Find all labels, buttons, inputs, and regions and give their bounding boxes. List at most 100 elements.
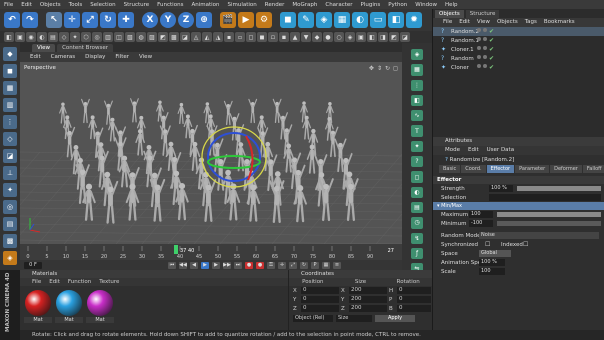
tweak-mode-icon[interactable]: ✦	[3, 183, 17, 197]
indexed-checkbox[interactable]: ☐	[523, 241, 528, 248]
next-frame-button[interactable]: ▶	[212, 261, 220, 269]
tool-icon[interactable]: ▩	[169, 32, 179, 42]
tool-icon[interactable]: ◍	[136, 32, 146, 42]
editor-visibility-dot[interactable]	[477, 55, 481, 59]
menu-file[interactable]: File	[4, 2, 13, 8]
points-mode-icon[interactable]: ⋮	[3, 115, 17, 129]
materials-menu-file[interactable]: File	[32, 278, 41, 286]
viewport-menu-filter[interactable]: Filter	[115, 54, 129, 60]
object-row[interactable]: ? Random ✔	[433, 54, 604, 63]
axis-mode-icon[interactable]: ⊥	[3, 166, 17, 180]
space-dropdown[interactable]: Global	[479, 250, 511, 257]
position-field[interactable]: 0	[301, 305, 339, 312]
render-visibility-dot[interactable]	[483, 46, 487, 50]
timeline-ruler[interactable]: 0 5 10 15 20 25 30 35 40 45 50 55 60 65 70 75 80 85 9037 4…	[20, 244, 402, 260]
materials-menu-texture[interactable]: Texture	[99, 278, 119, 286]
scale-icon[interactable]: ⤢	[82, 12, 98, 28]
minimum-field[interactable]: -100	[469, 220, 493, 227]
rotation-field[interactable]: 0	[397, 305, 431, 312]
prev-key-button[interactable]: ◀◀	[179, 261, 187, 269]
tool-icon[interactable]: ▫	[235, 32, 245, 42]
shader-effector-icon[interactable]: ◐	[411, 186, 423, 198]
tool-icon[interactable]: ◪	[180, 32, 190, 42]
synchronized-checkbox[interactable]: ☐	[485, 241, 490, 248]
tool-icon[interactable]: ▥	[103, 32, 113, 42]
menu-mograph[interactable]: MoGraph	[292, 2, 317, 8]
z-axis-button[interactable]: Z	[178, 12, 194, 28]
tool-icon[interactable]: ◈	[345, 32, 355, 42]
tool-icon[interactable]: ◎	[92, 32, 102, 42]
tool-icon[interactable]: ◨	[378, 32, 388, 42]
time-effector-icon[interactable]: ◷	[411, 217, 423, 229]
floor-icon[interactable]: ▭	[370, 12, 386, 28]
menu-tools[interactable]: Tools	[69, 2, 83, 8]
size-field[interactable]: 200	[349, 305, 387, 312]
tab-content-browser[interactable]: Content Browser	[57, 44, 113, 52]
rotation-field[interactable]: 0	[397, 296, 431, 303]
tool-icon[interactable]: ◐	[37, 32, 47, 42]
viewport-menu-display[interactable]: Display	[85, 54, 105, 60]
tool-icon[interactable]: ◮	[213, 32, 223, 42]
attr-tab-deformer[interactable]: Deformer	[550, 165, 582, 173]
tool-icon[interactable]: ◻	[246, 32, 256, 42]
key-icon[interactable]: ⚿	[267, 261, 275, 269]
attr-tab-effector[interactable]: Effector	[486, 165, 515, 173]
apply-button[interactable]: Apply	[375, 315, 415, 322]
tool-icon[interactable]: ◪	[400, 32, 410, 42]
viewport-menu-cameras[interactable]: Cameras	[51, 54, 75, 60]
move-icon[interactable]: ✛	[64, 12, 80, 28]
render-visibility-dot[interactable]	[483, 64, 487, 68]
step-effector-icon[interactable]: ▤	[411, 201, 423, 214]
tab-structure[interactable]: Structure	[465, 10, 500, 18]
objects-menu-edit[interactable]: Edit	[459, 18, 470, 27]
viewport-menu-view[interactable]: View	[139, 54, 152, 60]
material-item[interactable]: Mat	[86, 290, 114, 323]
object-row[interactable]: ? Random.1 ✔	[433, 36, 604, 45]
tool-icon[interactable]: ●	[323, 32, 333, 42]
menu-simulation[interactable]: Simulation	[227, 2, 256, 8]
tool-icon[interactable]: ▪	[224, 32, 234, 42]
menu-character[interactable]: Character	[325, 2, 352, 8]
mospline-icon[interactable]: ∿	[411, 110, 423, 122]
tab-view[interactable]: View	[32, 44, 56, 52]
animation-mode-icon[interactable]: ▤	[3, 217, 17, 231]
selection-field[interactable]	[489, 194, 601, 201]
viewport-menu-edit[interactable]: Edit	[30, 54, 41, 60]
rotation-field[interactable]: 0	[397, 287, 431, 294]
checker-icon[interactable]: ▩	[3, 234, 17, 248]
coord-mode-dropdown[interactable]: Object (Rel)	[293, 315, 333, 322]
position-key-icon[interactable]: ✛	[278, 261, 286, 269]
tool-icon[interactable]: ◇	[59, 32, 69, 42]
tool-icon[interactable]: ▲	[290, 32, 300, 42]
menu-plugins[interactable]: Plugins	[361, 2, 381, 8]
scale-field[interactable]: 100	[479, 268, 505, 275]
snap-icon[interactable]: ◎	[3, 200, 17, 214]
attr-tab-basic[interactable]: Basic	[439, 165, 461, 173]
lock-workplane-icon[interactable]: ◈	[3, 251, 17, 265]
render-picture-viewer-icon[interactable]: ▶	[238, 12, 254, 28]
render-visibility-dot[interactable]	[483, 37, 487, 41]
strength-slider[interactable]	[517, 186, 601, 191]
tool-icon[interactable]: ◫	[114, 32, 124, 42]
tool-icon[interactable]: ◼	[257, 32, 267, 42]
enabled-check-icon[interactable]: ✔	[489, 64, 494, 71]
tool-icon[interactable]: ◩	[158, 32, 168, 42]
subdivision-icon[interactable]: ◈	[316, 12, 332, 28]
recent-tools-icon[interactable]: ✚	[118, 12, 134, 28]
menu-structure[interactable]: Structure	[124, 2, 150, 8]
anim-speed-field[interactable]: 100 %	[479, 259, 505, 266]
coordinate-system-icon[interactable]: ⊕	[196, 12, 212, 28]
strength-field[interactable]: 100 %	[489, 185, 513, 192]
next-key-button[interactable]: ▶▶	[223, 261, 231, 269]
materials-menu-edit[interactable]: Edit	[49, 278, 60, 286]
object-row[interactable]: ✦ Cloner ✔	[433, 63, 604, 72]
tool-icon[interactable]: ◆	[312, 32, 322, 42]
maximize-icon[interactable]: ◻	[393, 65, 398, 72]
tool-icon[interactable]: ▨	[147, 32, 157, 42]
minmax-header[interactable]: ▾ Min/Max	[433, 202, 604, 210]
deformer-icon[interactable]: ◐	[352, 12, 368, 28]
mograph-icon[interactable]: ◈	[411, 49, 423, 61]
objects-menu-bookmarks[interactable]: Bookmarks	[544, 18, 575, 27]
enabled-check-icon[interactable]: ✔	[489, 37, 494, 44]
prev-frame-button[interactable]: ◀	[190, 261, 198, 269]
